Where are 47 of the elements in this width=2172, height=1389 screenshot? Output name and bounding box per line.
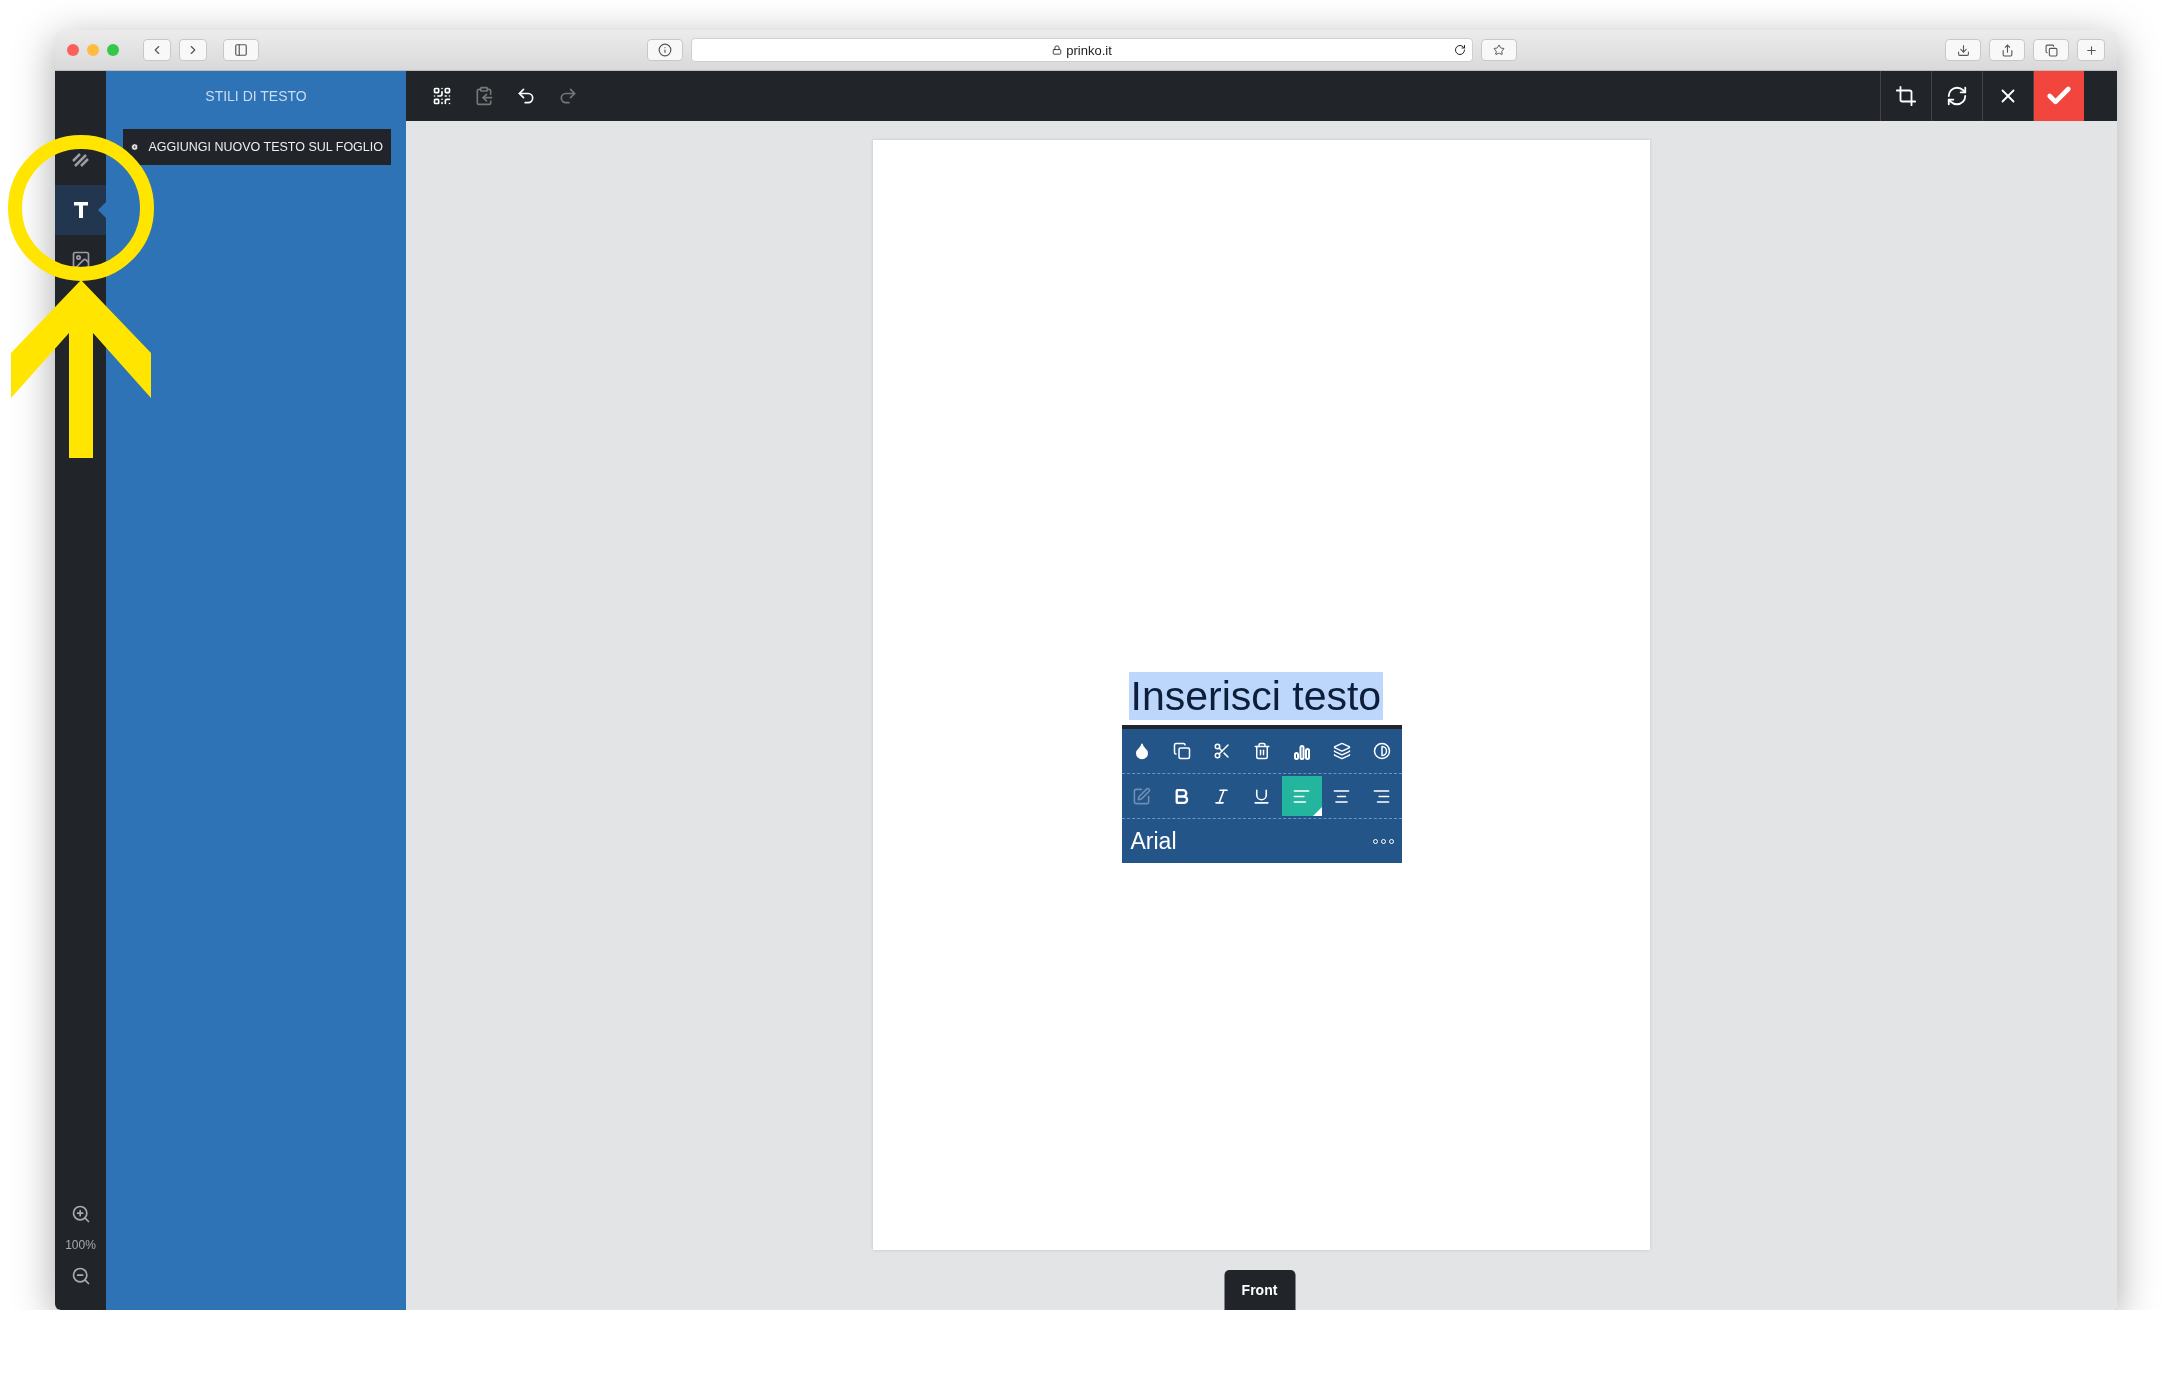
text-icon [72,201,89,219]
share-button[interactable] [1989,39,2025,61]
zoom-out-icon[interactable] [70,1266,91,1286]
redo-icon [558,86,578,106]
sidebar-icon [234,43,248,57]
rotate-icon [1946,85,1968,107]
lock-icon [1052,45,1063,55]
layers-icon [1332,742,1351,760]
check-button[interactable] [2033,71,2084,121]
plus-icon [2084,43,2098,57]
tabs-button[interactable] [2033,39,2069,61]
underline-icon [1252,786,1271,806]
share-icon [2000,43,2014,57]
star-icon [1493,44,1505,56]
trash-icon [1252,742,1271,760]
url-text: prinko.it [1066,42,1112,58]
italic-icon [1212,786,1231,806]
new-tab-button[interactable] [2077,39,2105,61]
scissors-icon [1212,742,1231,760]
address-field[interactable]: prinko.it [691,38,1473,62]
align-left-button[interactable] [1281,776,1322,816]
text-object[interactable]: Inserisci testo [1128,672,1384,720]
sidebar-button[interactable] [223,39,259,61]
download-button[interactable] [1945,39,1981,61]
crop-icon [1895,85,1917,107]
back-button[interactable] [143,39,171,61]
undo-icon [516,86,536,106]
font-name[interactable]: Arial [1130,827,1177,855]
tool-tab[interactable] [55,185,106,235]
edit-icon [1132,786,1151,806]
info-icon [658,43,672,57]
forward-button[interactable] [179,39,207,61]
reload-icon[interactable] [1454,44,1466,56]
panel-title: STILI DI TESTO [205,88,307,104]
image-icon [70,250,91,270]
download-icon [1956,43,1970,57]
qr-code-icon [432,86,452,106]
bookmark-button[interactable] [1481,39,1517,61]
zoom-level: 100% [65,1238,96,1252]
clipboard-icon [474,86,494,106]
zoom-in-icon[interactable] [70,1204,91,1224]
contrast-icon [1372,742,1391,760]
add-text-button[interactable]: AGGIUNGI NUOVO TESTO SUL FOGLIO [123,129,391,165]
tabs-icon [2044,43,2058,57]
page-side-tab[interactable]: Front [1224,1270,1295,1310]
info-button[interactable] [647,39,683,61]
copy-icon [1172,742,1191,760]
